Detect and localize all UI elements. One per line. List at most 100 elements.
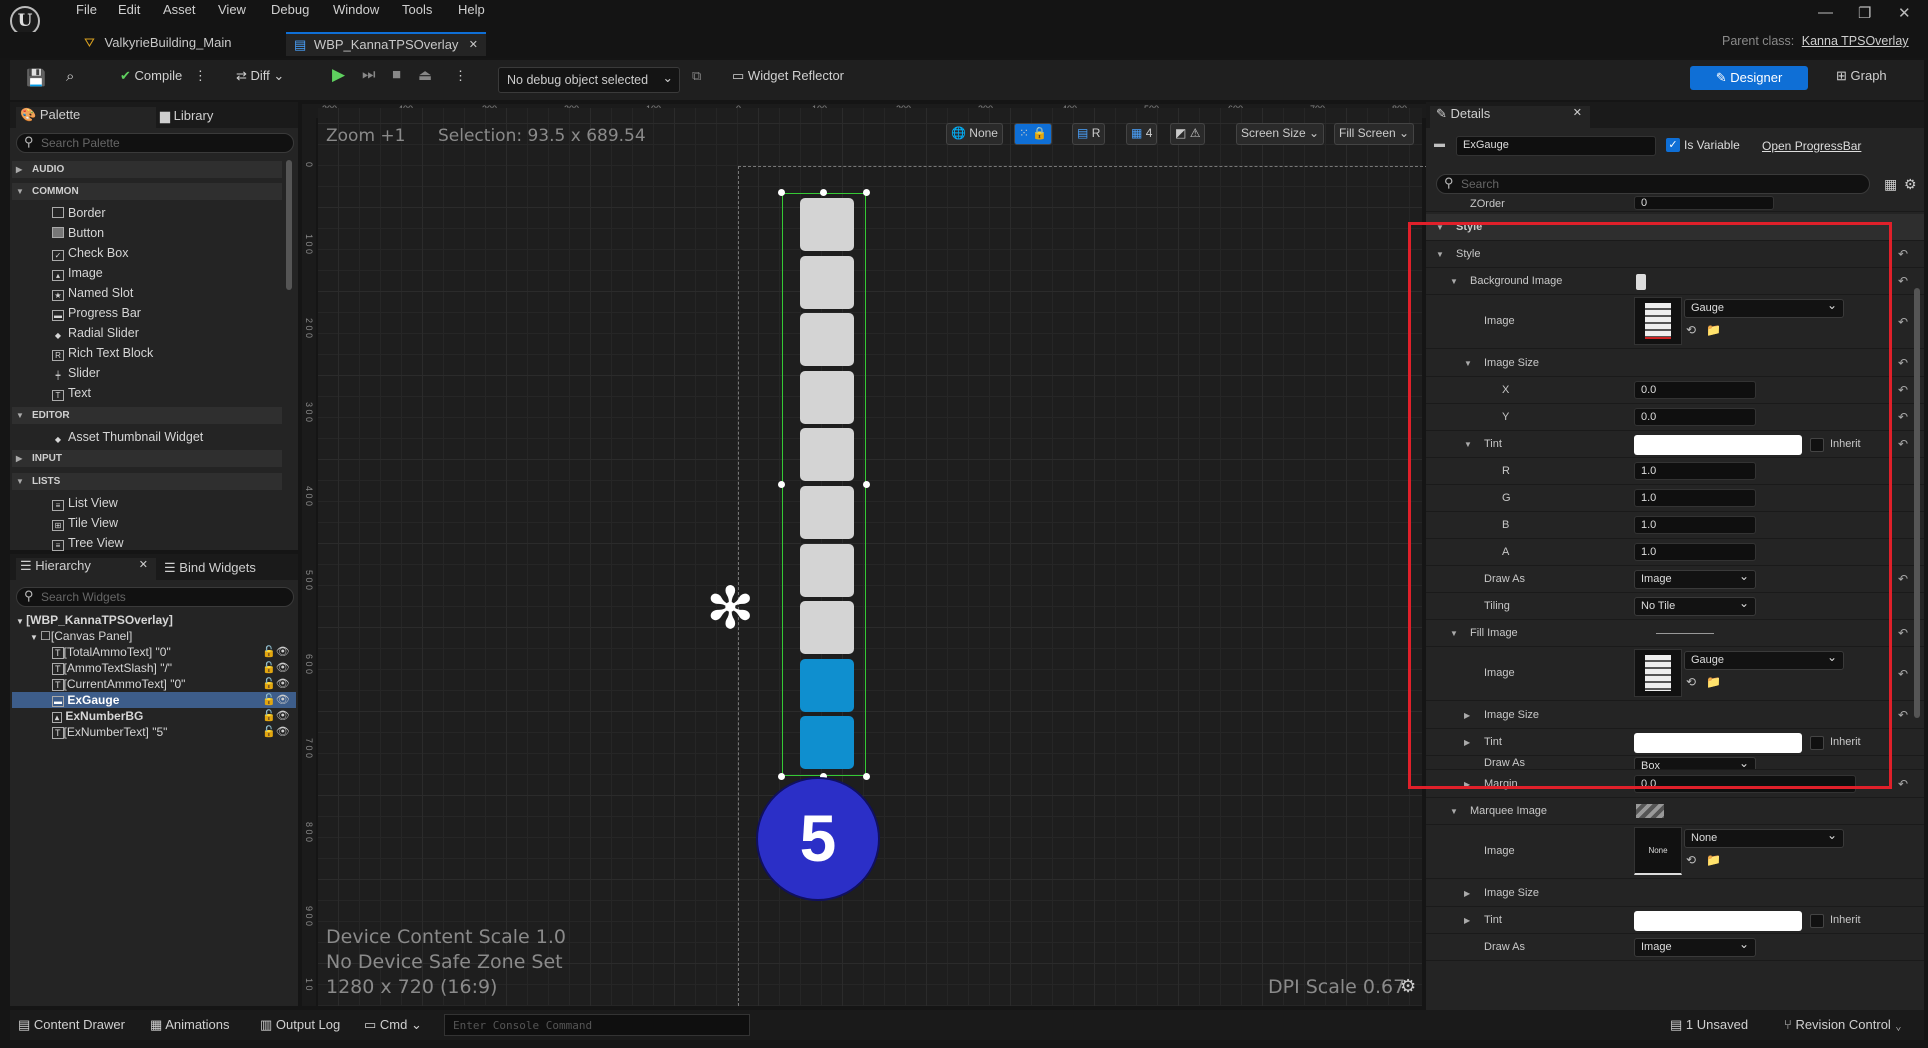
lock-toggle[interactable]: ⁙ 🔒 <box>1014 123 1053 145</box>
palette-scrollbar[interactable] <box>286 160 292 290</box>
reset-arrow-icon[interactable]: ↶ <box>1898 356 1908 370</box>
reset-arrow-icon[interactable]: ↶ <box>1898 274 1908 288</box>
hierarchy-root[interactable]: ▼ [WBP_KannaTPSOverlay] <box>16 613 173 627</box>
r-toggle[interactable]: ▤ R <box>1072 123 1106 145</box>
marquee-tint-color-swatch[interactable] <box>1634 911 1802 931</box>
open-progressbar-link[interactable]: Open ProgressBar <box>1762 139 1861 153</box>
resize-handle[interactable] <box>863 189 870 196</box>
save-icon[interactable]: 💾 <box>26 68 46 88</box>
minimize-icon[interactable]: — <box>1818 4 1833 21</box>
resize-handle[interactable] <box>863 773 870 780</box>
menu-edit[interactable]: Edit <box>118 2 140 17</box>
tab-details[interactable]: ✎ Details ✕ <box>1430 106 1590 128</box>
browse-icon[interactable]: ⌕ <box>66 68 74 85</box>
is-variable-checkbox[interactable]: ✓ <box>1666 138 1680 152</box>
resize-handle[interactable] <box>863 481 870 488</box>
menu-tools[interactable]: Tools <box>402 2 432 17</box>
details-scrollbar[interactable] <box>1914 288 1920 718</box>
category-lists[interactable]: LISTS <box>12 473 282 490</box>
tab-hierarchy[interactable]: ☰ Hierarchy ✕ <box>16 558 156 580</box>
hierarchy-total-ammo-text[interactable]: T [TotalAmmoText] "0" <box>52 645 171 659</box>
palette-item-button[interactable]: Button <box>52 226 104 240</box>
stop-icon[interactable]: ■ <box>392 66 401 83</box>
reset-arrow-icon[interactable]: ↶ <box>1898 437 1908 451</box>
marquee-draw-as-dropdown[interactable]: Image <box>1634 936 1756 957</box>
palette-item-slider[interactable]: ┿ Slider <box>52 366 100 382</box>
settings-gear-icon[interactable]: ⚙ <box>1904 176 1917 193</box>
palette-item-list-view[interactable]: ≡ List View <box>52 496 118 511</box>
animations-button[interactable]: ▦ Animations <box>150 1017 230 1033</box>
palette-item-tile-view[interactable]: ⊞ Tile View <box>52 516 118 531</box>
zorder-input[interactable]: 0 <box>1634 196 1774 210</box>
resize-handle[interactable] <box>778 189 785 196</box>
hierarchy-ex-gauge[interactable]: ▬ ExGauge <box>52 693 119 707</box>
anchor-icon[interactable]: ✻ <box>706 580 755 638</box>
browse-folder-icon[interactable]: 📁 <box>1706 853 1721 867</box>
dpi-settings-gear-icon[interactable]: ⚙ <box>1400 976 1416 997</box>
step-icon[interactable]: ⏭ <box>362 66 376 83</box>
palette-item-named-slot[interactable]: ★ Named Slot <box>52 286 133 301</box>
culture-none-button[interactable]: 🌐 None <box>946 123 1003 145</box>
category-input[interactable]: INPUT <box>12 450 282 467</box>
marquee-thumbnail[interactable]: None <box>1634 827 1682 875</box>
reset-arrow-icon[interactable]: ↶ <box>1898 383 1908 397</box>
table-view-icon[interactable]: ▦ <box>1884 176 1897 193</box>
parent-class-link[interactable]: Kanna TPSOverlay <box>1802 34 1909 48</box>
play-icon[interactable]: ▶ <box>332 65 345 85</box>
hierarchy-canvas-panel[interactable]: ▼ ☐[Canvas Panel] <box>30 629 132 643</box>
resize-handle[interactable] <box>820 189 827 196</box>
palette-item-check-box[interactable]: ✓ Check Box <box>52 246 128 261</box>
resize-handle[interactable] <box>778 773 785 780</box>
inherit-checkbox[interactable] <box>1810 914 1824 928</box>
use-asset-icon[interactable]: ⟲ <box>1686 853 1696 867</box>
menu-window[interactable]: Window <box>333 2 379 17</box>
palette-item-radial-slider[interactable]: ◆ Radial Slider <box>52 326 139 342</box>
hierarchy-current-ammo-text[interactable]: T [CurrentAmmoText] "0" <box>52 677 185 691</box>
hierarchy-search-input[interactable]: Search Widgets <box>16 587 294 607</box>
marquee-tint-row[interactable]: ▶ Tint Inherit <box>1426 907 1924 934</box>
menu-help[interactable]: Help <box>458 2 485 17</box>
reset-arrow-icon[interactable]: ↶ <box>1898 247 1908 261</box>
close-window-icon[interactable]: ✕ <box>1898 4 1911 22</box>
console-command-input[interactable]: Enter Console Command <box>444 1014 750 1036</box>
output-log-button[interactable]: ▥ Output Log <box>260 1017 340 1033</box>
tab-wbp-kanna[interactable]: ▤ WBP_KannaTPSOverlay ✕ <box>286 32 486 56</box>
palette-item-image[interactable]: ▴ Image <box>52 266 103 281</box>
widget-reflector-button[interactable]: ▭ Widget Reflector <box>732 68 844 84</box>
content-drawer-button[interactable]: ▤ Content Drawer <box>18 1017 125 1033</box>
details-search-input[interactable]: Search <box>1436 174 1870 194</box>
category-audio[interactable]: AUDIO <box>12 161 282 178</box>
palette-item-tree-view[interactable]: ≡ Tree View <box>52 536 124 551</box>
palette-item-rich-text-block[interactable]: R Rich Text Block <box>52 346 153 361</box>
palette-item-text[interactable]: T Text <box>52 386 91 401</box>
palette-search-input[interactable]: Search Palette <box>16 133 294 153</box>
hierarchy-ammo-text-slash[interactable]: T [AmmoTextSlash] "/" <box>52 661 172 675</box>
compile-options-icon[interactable]: ⋮ <box>194 68 207 83</box>
tab-library[interactable]: ▆ Library <box>160 108 213 124</box>
marquee-image-size-row[interactable]: ▶ Image Size <box>1426 880 1924 907</box>
category-common[interactable]: COMMON <box>12 183 282 200</box>
revision-control-button[interactable]: ⑂ Revision Control ⌄ <box>1784 1017 1902 1032</box>
ex-number-badge[interactable]: 5 <box>756 777 880 901</box>
marquee-image-row[interactable]: ▼ Marquee Image <box>1426 798 1924 825</box>
debug-filter-icon[interactable]: ⧉ <box>692 68 701 84</box>
hierarchy-ex-number-bg[interactable]: ▴ ExNumberBG <box>52 709 143 723</box>
reset-arrow-icon[interactable]: ↶ <box>1898 410 1908 424</box>
marquee-asset-dropdown[interactable]: None <box>1684 827 1844 848</box>
tab-palette[interactable]: 🎨 Palette <box>16 107 156 129</box>
palette-item-progress-bar[interactable]: ▬ Progress Bar <box>52 306 141 321</box>
reset-arrow-icon[interactable]: ↶ <box>1898 708 1908 722</box>
diff-button[interactable]: ⇄ Diff ⌄ <box>236 68 284 84</box>
reset-arrow-icon[interactable]: ↶ <box>1898 572 1908 586</box>
tab-bind-widgets[interactable]: ☰ Bind Widgets <box>164 560 256 576</box>
unsaved-button[interactable]: ▤ 1 Unsaved <box>1670 1017 1748 1033</box>
menu-file[interactable]: File <box>76 2 97 17</box>
reset-arrow-icon[interactable]: ↶ <box>1898 315 1908 329</box>
screen-size-dropdown[interactable]: Screen Size ⌄ <box>1236 123 1325 145</box>
menu-debug[interactable]: Debug <box>271 2 309 17</box>
grid-snap-button[interactable]: ▦ 4 <box>1126 123 1158 145</box>
palette-item-border[interactable]: Border <box>52 206 106 220</box>
reset-arrow-icon[interactable]: ↶ <box>1898 626 1908 640</box>
designer-button[interactable]: ✎ Designer <box>1690 66 1808 90</box>
hierarchy-ex-number-text[interactable]: T [ExNumberText] "5" <box>52 725 167 739</box>
